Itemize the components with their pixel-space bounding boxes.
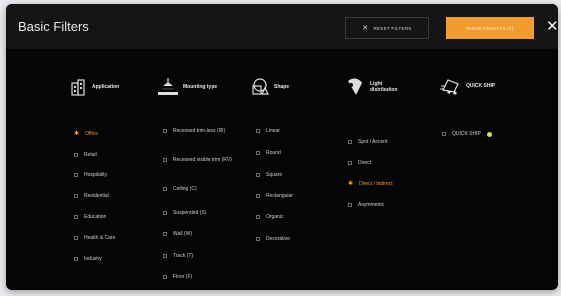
option-label: QUICK SHIP <box>452 131 481 137</box>
option-label: Health & Care <box>84 235 116 241</box>
checkbox[interactable] <box>163 129 167 133</box>
checkbox[interactable] <box>348 140 352 144</box>
show-results-button[interactable]: SHOW RESULTS (7) <box>446 17 534 39</box>
option-label: Retail <box>84 152 97 158</box>
modal-header: Basic Filters ✕ RESET FILTERS SHOW RESUL… <box>6 4 558 49</box>
option-health-care[interactable]: Health & Care <box>74 235 115 242</box>
option-label: Decorative <box>266 236 290 242</box>
checkbox[interactable] <box>348 182 353 187</box>
category-label: Shape <box>274 84 290 90</box>
checkbox[interactable] <box>256 194 260 198</box>
option-linear[interactable]: Linear <box>256 128 280 135</box>
option-recessed-visible-trim[interactable]: Recessed visible trim (RV) <box>163 157 235 164</box>
checkbox[interactable] <box>256 237 260 241</box>
option-label: Track (T) <box>173 253 194 259</box>
option-quick-ship[interactable]: QUICK SHIP <box>442 131 492 138</box>
checkbox[interactable] <box>74 257 78 261</box>
option-label: Direct <box>358 160 372 166</box>
checkbox[interactable] <box>74 173 78 177</box>
category-label: Application <box>92 84 120 90</box>
light-beam-icon <box>348 78 362 95</box>
option-organic[interactable]: Organic <box>256 214 284 221</box>
checkbox[interactable] <box>163 232 167 236</box>
checkbox[interactable] <box>163 275 167 279</box>
reset-filters-label: RESET FILTERS <box>373 25 412 31</box>
option-hospitality[interactable]: Hospitality <box>74 172 107 179</box>
checkbox[interactable] <box>256 129 260 133</box>
option-label: Recessed visible trim (RV) <box>173 157 232 163</box>
ceiling-lamp-icon <box>158 78 178 95</box>
modal-title: Basic Filters <box>18 19 89 34</box>
checkbox[interactable] <box>74 215 78 219</box>
category-label: Mounting type <box>183 84 218 90</box>
truck-icon <box>440 79 459 95</box>
option-industry[interactable]: Industry <box>74 256 102 263</box>
option-direct-indirect[interactable]: Direct / Indirect <box>348 181 393 188</box>
option-label: Asymmetric <box>358 202 385 208</box>
reset-x-icon: ✕ <box>362 25 369 32</box>
option-label: Rectangular <box>266 193 293 199</box>
option-spot-accent[interactable]: Spot / Accent <box>348 139 387 146</box>
checkbox[interactable] <box>348 203 352 207</box>
option-label: Round <box>266 150 281 156</box>
filters-modal: Basic Filters ✕ RESET FILTERS SHOW RESUL… <box>6 4 558 290</box>
option-office[interactable]: Office <box>74 131 98 138</box>
checkbox[interactable] <box>442 132 446 136</box>
shapes-icon <box>252 78 269 95</box>
category-mounting-type: Mounting type <box>157 77 217 97</box>
checkbox[interactable] <box>163 158 167 162</box>
option-label: Education <box>84 214 107 220</box>
option-square[interactable]: Square <box>256 172 282 179</box>
option-education[interactable]: Education <box>74 214 106 221</box>
checkbox[interactable] <box>74 132 79 137</box>
checkbox[interactable] <box>163 187 167 191</box>
close-icon[interactable]: ✕ <box>546 16 558 38</box>
option-label: Office <box>85 131 98 137</box>
category-shape: Shape <box>250 77 289 97</box>
category-quick-ship: QUICK SHIP <box>440 77 495 95</box>
checkbox[interactable] <box>163 254 167 258</box>
option-label: Linear <box>266 128 280 134</box>
option-label: Wall (W) <box>173 231 192 237</box>
category-label: Light distribution <box>370 81 398 93</box>
quick-ship-dot-icon <box>486 131 492 137</box>
checkbox[interactable] <box>348 161 352 165</box>
reset-filters-button[interactable]: ✕ RESET FILTERS <box>345 17 429 39</box>
option-label: Square <box>266 172 283 178</box>
option-wall[interactable]: Wall (W) <box>163 231 192 238</box>
option-decorative[interactable]: Decorative <box>256 236 290 243</box>
option-round[interactable]: Round <box>256 150 281 157</box>
option-label: Floor (F) <box>173 274 193 280</box>
option-floor[interactable]: Floor (F) <box>163 274 192 281</box>
category-label: QUICK SHIP <box>466 83 496 89</box>
option-label: Suspended (S) <box>173 210 207 216</box>
option-residential[interactable]: Residential <box>74 193 109 200</box>
option-label: Direct / Indirect <box>359 181 393 187</box>
checkbox[interactable] <box>163 211 167 215</box>
option-rectangular[interactable]: Rectangular <box>256 193 293 200</box>
checkbox[interactable] <box>74 236 78 240</box>
option-suspended[interactable]: Suspended (S) <box>163 210 206 217</box>
option-label: Recessed trim-less (RI) <box>173 128 226 134</box>
checkbox[interactable] <box>74 153 78 157</box>
category-application: Application <box>68 77 119 97</box>
option-label: Spot / Accent <box>358 139 388 145</box>
option-label: Residential <box>84 193 109 199</box>
checkbox[interactable] <box>74 194 78 198</box>
checkbox[interactable] <box>256 215 260 219</box>
option-label: Hospitality <box>84 172 108 178</box>
option-label: Ceiling (C) <box>173 186 197 192</box>
option-asymmetric[interactable]: Asymmetric <box>348 202 384 209</box>
option-label: Organic <box>266 214 284 220</box>
option-retail[interactable]: Retail <box>74 152 97 159</box>
option-ceiling[interactable]: Ceiling (C) <box>163 186 197 193</box>
option-direct[interactable]: Direct <box>348 160 371 167</box>
building-icon <box>71 79 85 96</box>
category-light-distribution: Light distribution <box>346 77 408 97</box>
checkbox[interactable] <box>256 151 260 155</box>
checkbox[interactable] <box>256 173 260 177</box>
option-label: Industry <box>84 256 102 262</box>
option-recessed-trimless[interactable]: Recessed trim-less (RI) <box>163 128 235 135</box>
option-track[interactable]: Track (T) <box>163 253 193 260</box>
